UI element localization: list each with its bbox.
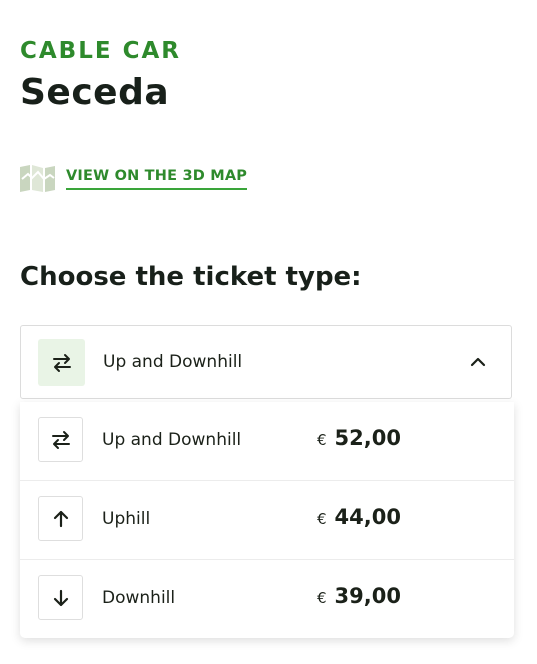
page-title: Seceda (20, 72, 170, 113)
price-amount: 39,00 (334, 584, 401, 608)
category-label: CABLE CAR (20, 38, 181, 64)
currency-symbol: € (317, 589, 327, 607)
option-price: € 39,00 (317, 584, 401, 608)
ticket-option-uphill[interactable]: Uphill € 44,00 (20, 481, 514, 560)
selected-ticket-icon-wrap (38, 339, 85, 386)
ticket-option-downhill[interactable]: Downhill € 39,00 (20, 560, 514, 638)
option-label: Downhill (102, 588, 176, 608)
option-price: € 52,00 (317, 426, 401, 450)
option-label: Uphill (102, 509, 151, 529)
swap-arrows-icon (52, 353, 71, 372)
currency-symbol: € (317, 510, 327, 528)
price-amount: 44,00 (334, 505, 401, 529)
option-icon-box (38, 496, 83, 541)
option-label: Up and Downhill (102, 430, 242, 450)
view-3d-map-label: VIEW ON THE 3D MAP (66, 168, 248, 190)
view-3d-map-link[interactable]: VIEW ON THE 3D MAP (20, 165, 248, 192)
arrow-up-icon (53, 510, 68, 527)
arrow-down-icon (53, 589, 68, 606)
price-amount: 52,00 (334, 426, 401, 450)
map-icon (20, 165, 55, 192)
currency-symbol: € (317, 431, 327, 449)
ticket-option-up-and-downhill[interactable]: Up and Downhill € 52,00 (20, 402, 514, 481)
chevron-up-icon[interactable] (470, 354, 486, 370)
ticket-type-heading: Choose the ticket type: (20, 262, 362, 292)
ticket-type-dropdown: Up and Downhill € 52,00 Uphill € 44,00 D… (20, 402, 514, 638)
option-price: € 44,00 (317, 505, 401, 529)
ticket-type-select[interactable]: Up and Downhill (20, 325, 512, 399)
option-icon-box (38, 417, 83, 462)
option-icon-box (38, 575, 83, 620)
selected-ticket-label: Up and Downhill (103, 352, 243, 372)
swap-arrows-icon (51, 430, 70, 449)
